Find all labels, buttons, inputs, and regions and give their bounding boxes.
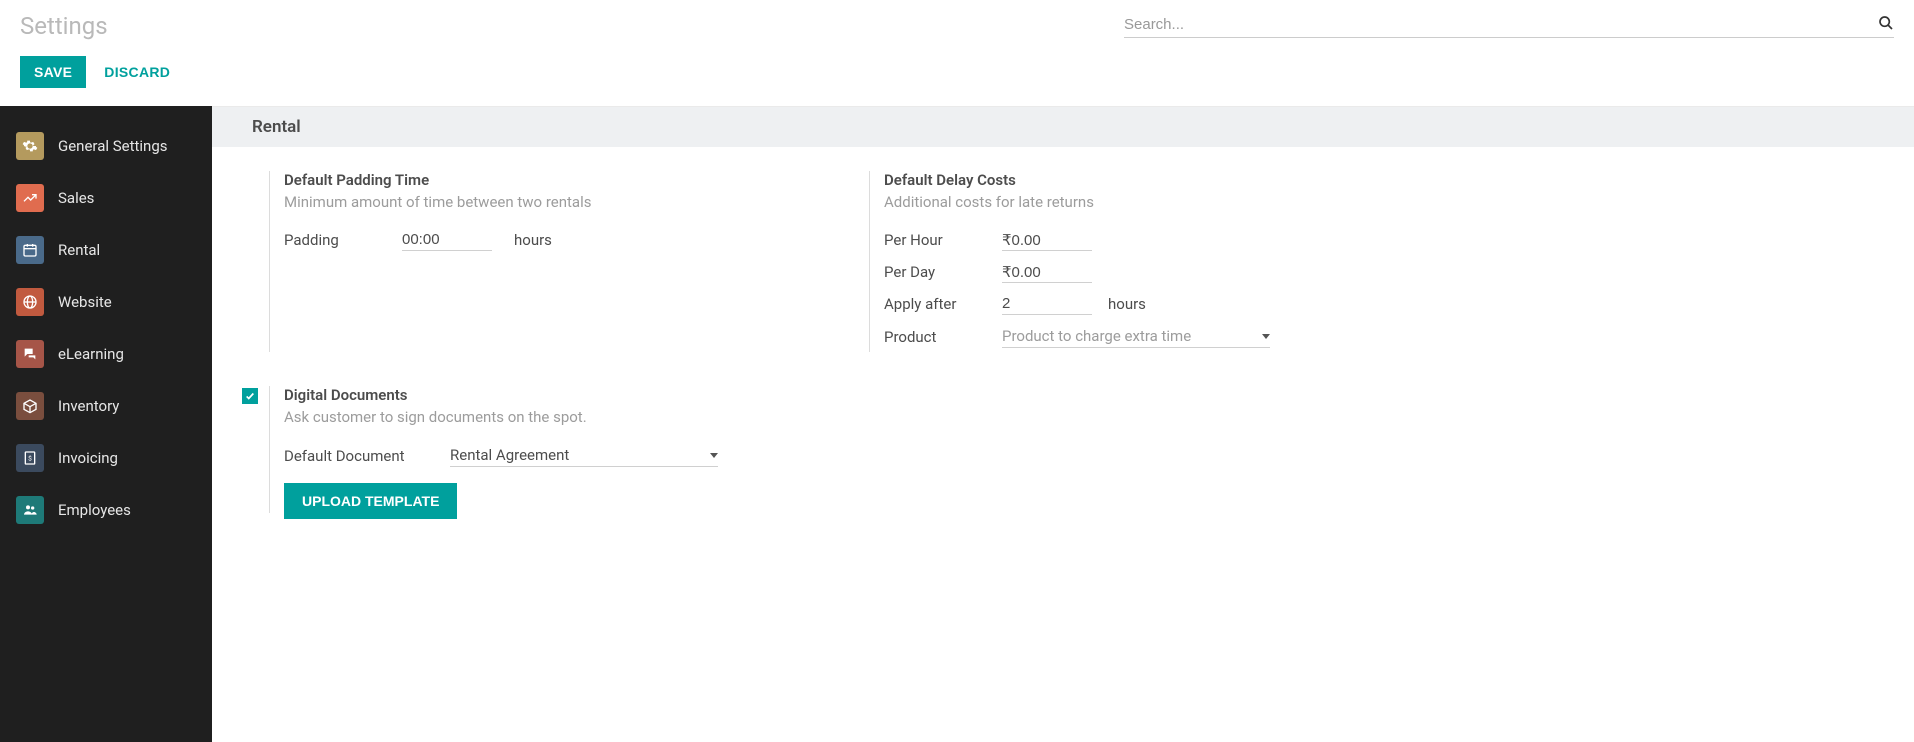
box-icon (16, 392, 44, 420)
sidebar-item-label: Rental (58, 241, 100, 259)
section-header: Rental (212, 107, 1914, 147)
save-button[interactable]: SAVE (20, 56, 86, 88)
svg-text:$: $ (28, 455, 32, 463)
apply-after-input[interactable] (1002, 293, 1092, 315)
gear-icon (16, 132, 44, 160)
field-label-apply-after: Apply after (884, 295, 1002, 313)
sidebar-item-employees[interactable]: Employees (0, 484, 212, 536)
field-label-padding: Padding (284, 231, 402, 249)
default-document-select[interactable]: Rental Agreement (450, 444, 718, 467)
search-input[interactable] (1124, 16, 1878, 33)
sidebar-item-general-settings[interactable]: General Settings (0, 120, 212, 172)
globe-icon (16, 288, 44, 316)
field-label-per-hour: Per Hour (884, 231, 1002, 249)
setting-description: Ask customer to sign documents on the sp… (284, 408, 822, 426)
digital-documents-checkbox[interactable] (242, 388, 258, 404)
search-icon[interactable] (1878, 15, 1894, 35)
select-value: Rental Agreement (450, 446, 702, 464)
padding-input[interactable] (402, 229, 492, 251)
field-label-default-document: Default Document (284, 447, 450, 465)
sidebar-item-label: Website (58, 293, 112, 311)
main-content: Rental Default Padding Time Minimum amou… (212, 106, 1914, 742)
per-hour-input[interactable] (1002, 229, 1092, 251)
invoice-icon: $ (16, 444, 44, 472)
sidebar-item-inventory[interactable]: Inventory (0, 380, 212, 432)
field-unit: hours (514, 231, 552, 249)
setting-default-delay-costs: Default Delay Costs Additional costs for… (842, 171, 1422, 358)
setting-description: Minimum amount of time between two renta… (284, 193, 822, 211)
search-bar[interactable] (1124, 15, 1894, 38)
sidebar-item-sales[interactable]: Sales (0, 172, 212, 224)
setting-title: Digital Documents (284, 386, 822, 404)
sidebar-item-invoicing[interactable]: $ Invoicing (0, 432, 212, 484)
select-placeholder: Product to charge extra time (1002, 327, 1254, 345)
setting-digital-documents: Digital Documents Ask customer to sign d… (242, 386, 822, 519)
field-unit: hours (1108, 295, 1146, 313)
sidebar-item-label: Inventory (58, 397, 119, 415)
sidebar: General Settings Sales Rental Website eL… (0, 106, 212, 742)
chart-icon (16, 184, 44, 212)
sidebar-item-website[interactable]: Website (0, 276, 212, 328)
per-day-input[interactable] (1002, 261, 1092, 283)
sidebar-item-label: Sales (58, 189, 94, 207)
chevron-down-icon (1262, 334, 1270, 339)
page-title: Settings (20, 12, 108, 40)
sidebar-item-label: Employees (58, 501, 131, 519)
chat-icon (16, 340, 44, 368)
field-label-product: Product (884, 328, 1002, 346)
chevron-down-icon (710, 453, 718, 458)
setting-title: Default Delay Costs (884, 171, 1422, 189)
discard-button[interactable]: DISCARD (104, 64, 170, 80)
setting-title: Default Padding Time (284, 171, 822, 189)
sidebar-item-label: Invoicing (58, 449, 118, 467)
sidebar-item-rental[interactable]: Rental (0, 224, 212, 276)
setting-default-padding-time: Default Padding Time Minimum amount of t… (242, 171, 822, 358)
field-label-per-day: Per Day (884, 263, 1002, 281)
setting-description: Additional costs for late returns (884, 193, 1422, 211)
sidebar-item-elearning[interactable]: eLearning (0, 328, 212, 380)
calendar-icon (16, 236, 44, 264)
people-icon (16, 496, 44, 524)
sidebar-item-label: eLearning (58, 345, 124, 363)
upload-template-button[interactable]: UPLOAD TEMPLATE (284, 483, 457, 519)
product-select[interactable]: Product to charge extra time (1002, 325, 1270, 348)
sidebar-item-label: General Settings (58, 137, 168, 155)
